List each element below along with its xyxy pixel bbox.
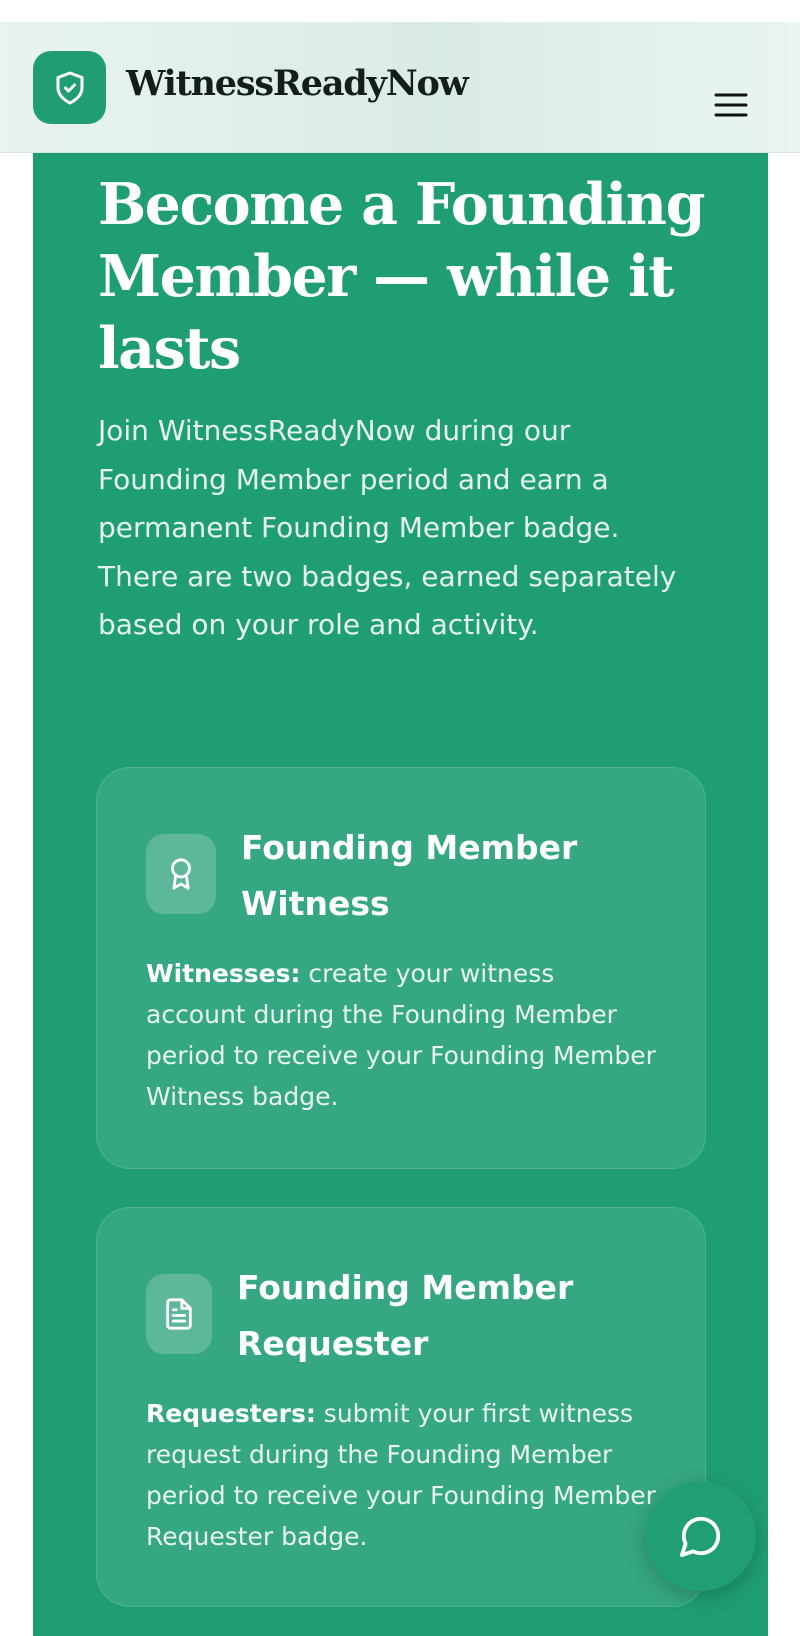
badge-description: Witnesses: create your witness account d… xyxy=(146,953,656,1117)
badge-icon-box xyxy=(146,1274,212,1354)
badge-title: Founding Member Requester xyxy=(237,1268,574,1363)
chat-button[interactable] xyxy=(646,1481,756,1591)
hero-title: Become a Founding Member — while it last… xyxy=(98,171,705,382)
top-strip xyxy=(0,0,800,22)
chat-bubble-icon xyxy=(679,1516,721,1558)
badge-icon-box xyxy=(146,834,216,914)
founding-member-section: Become a Founding Member — while it last… xyxy=(33,153,768,1636)
logo[interactable] xyxy=(33,51,106,124)
hero-description: Join WitnessReadyNow during our Founding… xyxy=(98,414,677,641)
badge-title: Founding Member Witness xyxy=(241,828,578,923)
menu-button[interactable] xyxy=(706,80,756,130)
site-header: WitnessReadyNow xyxy=(0,22,800,153)
document-icon xyxy=(166,1298,192,1330)
badge-card-requester: Founding Member Requester Requesters: su… xyxy=(96,1207,706,1607)
badge-role-label: Requesters: xyxy=(146,1399,316,1428)
badge-role-label: Witnesses: xyxy=(146,959,301,988)
badge-description: Requesters: submit your first witness re… xyxy=(146,1393,656,1557)
badge-card-witness: Founding Member Witness Witnesses: creat… xyxy=(96,767,706,1169)
shield-check-icon xyxy=(56,71,83,104)
brand-name[interactable]: WitnessReadyNow xyxy=(126,63,469,104)
hamburger-menu-icon xyxy=(714,93,748,117)
award-ribbon-icon xyxy=(171,858,191,890)
